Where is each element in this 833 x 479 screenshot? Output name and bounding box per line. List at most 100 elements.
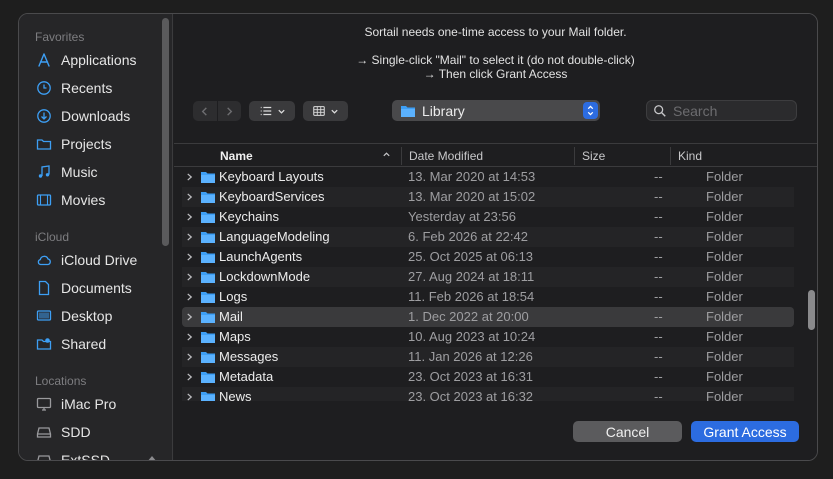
sidebar-item-recents[interactable]: Recents [35, 77, 112, 99]
drive-icon [35, 451, 53, 460]
folder-icon [200, 230, 216, 247]
folder-icon [200, 350, 216, 367]
access-message-step2: → Then click Grant Access [423, 67, 568, 81]
column-date-header[interactable]: Date Modified [409, 149, 483, 163]
grid-icon [312, 104, 326, 118]
file-kind: Folder [706, 349, 743, 364]
sidebar-item-label: Applications [61, 52, 137, 68]
file-size: -- [654, 349, 663, 364]
date-modified: 27. Aug 2024 at 18:11 [408, 269, 535, 284]
table-row[interactable]: Keyboard Layouts 13. Mar 2020 at 14:53 -- F… [182, 168, 794, 187]
date-modified: 6. Feb 2026 at 22:42 [408, 229, 528, 244]
date-modified: 10. Aug 2023 at 10:24 [408, 329, 536, 344]
sidebar-item-sdd[interactable]: SDD [35, 421, 91, 443]
chevron-left-icon [201, 106, 208, 116]
search-icon [653, 104, 667, 118]
disclosure-triangle-icon[interactable] [186, 391, 196, 401]
location-popup[interactable]: Library [392, 100, 600, 121]
cloud-icon [35, 251, 53, 269]
grant-access-button[interactable]: Grant Access [691, 421, 799, 442]
disclosure-triangle-icon[interactable] [186, 251, 196, 263]
column-size-header[interactable]: Size [582, 149, 605, 163]
folder-icon [200, 370, 216, 387]
download-icon [35, 107, 53, 125]
sidebar-item-label: Downloads [61, 108, 131, 124]
file-kind: Folder [706, 169, 743, 184]
table-row[interactable]: Logs 11. Feb 2026 at 18:54 -- Folder [182, 287, 794, 307]
file-size: -- [654, 269, 663, 284]
folder-icon [200, 390, 216, 401]
disclosure-triangle-icon[interactable] [186, 291, 196, 303]
file-kind: Folder [706, 269, 743, 284]
sidebar-item-icloud-drive[interactable]: iCloud Drive [35, 249, 137, 271]
disclosure-triangle-icon[interactable] [186, 331, 196, 343]
file-size: -- [654, 229, 663, 244]
chevron-right-icon [226, 106, 233, 116]
table-row[interactable]: Maps 10. Aug 2023 at 10:24 -- Folder [182, 327, 794, 347]
table-row[interactable]: Mail 1. Dec 2022 at 20:00 -- Folder [182, 307, 794, 327]
cancel-button[interactable]: Cancel [573, 421, 682, 442]
table-row[interactable]: KeyboardServices 13. Mar 2020 at 15:02 -- F… [182, 187, 794, 207]
table-row[interactable]: Keychains Yesterday at 23:56 -- Folder [182, 207, 794, 227]
column-name-header[interactable]: Name [220, 149, 253, 163]
disclosure-triangle-icon[interactable] [186, 311, 196, 323]
folder-icon [200, 330, 216, 347]
folder-icon [200, 250, 216, 267]
sidebar-scrollbar[interactable] [162, 18, 169, 246]
open-panel-window: Favorites Applications Recents Downloads… [18, 13, 818, 461]
sidebar-item-desktop[interactable]: Desktop [35, 305, 112, 327]
folder-icon [200, 210, 216, 227]
column-kind-header[interactable]: Kind [678, 149, 702, 163]
file-name: Metadata [219, 369, 274, 384]
file-name: Messages [219, 349, 279, 364]
table-row[interactable]: News 23. Oct 2023 at 16:32 -- Folder [182, 387, 794, 401]
sidebar-item-label: Music [61, 164, 98, 180]
file-kind: Folder [706, 249, 743, 264]
table-row[interactable]: LaunchAgents 25. Oct 2025 at 06:13 -- Folde… [182, 247, 794, 267]
sidebar-item-label: iMac Pro [61, 396, 117, 412]
list-scrollbar[interactable] [808, 290, 815, 330]
sidebar-item-movies[interactable]: Movies [35, 189, 105, 211]
disclosure-triangle-icon[interactable] [186, 371, 196, 383]
sort-ascending-icon [382, 150, 391, 159]
sidebar-item-applications[interactable]: Applications [35, 49, 137, 71]
search-input[interactable] [673, 102, 793, 119]
disclosure-triangle-icon[interactable] [186, 271, 196, 283]
folder-icon [200, 170, 216, 187]
file-size: -- [654, 309, 663, 324]
sidebar-item-shared[interactable]: Shared [35, 333, 106, 355]
sidebar-item-downloads[interactable]: Downloads [35, 105, 130, 127]
disclosure-triangle-icon[interactable] [186, 171, 196, 183]
sidebar-item-music[interactable]: Music [35, 161, 98, 183]
back-button[interactable] [193, 101, 217, 121]
sidebar-item-documents[interactable]: Documents [35, 277, 132, 299]
table-row[interactable]: LockdownMode 27. Aug 2024 at 18:11 -- Folde… [182, 267, 794, 287]
sidebar-item-label: Documents [61, 280, 132, 296]
file-name: Maps [219, 329, 251, 344]
file-size: -- [654, 369, 663, 384]
table-row[interactable]: Messages 11. Jan 2026 at 12:26 -- Folder [182, 347, 794, 367]
file-size: -- [654, 209, 663, 224]
sidebar-item-projects[interactable]: Projects [35, 133, 112, 155]
search-field[interactable] [646, 100, 797, 121]
table-row[interactable]: Metadata 23. Oct 2023 at 16:31 -- Folder [182, 367, 794, 387]
file-kind: Folder [706, 189, 743, 204]
drive-icon [35, 423, 53, 441]
disclosure-triangle-icon[interactable] [186, 191, 196, 203]
group-button[interactable] [303, 101, 348, 121]
date-modified: 25. Oct 2025 at 06:13 [408, 249, 534, 264]
table-row[interactable]: LanguageModeling 6. Feb 2026 at 22:42 -- Fo… [182, 227, 794, 247]
disclosure-triangle-icon[interactable] [186, 351, 196, 363]
sidebar-item-imac-pro[interactable]: iMac Pro [35, 393, 116, 415]
list-view-button[interactable] [249, 101, 295, 121]
file-kind: Folder [706, 369, 743, 384]
file-name: LaunchAgents [219, 249, 303, 264]
chevron-down-icon [330, 107, 339, 116]
sidebar-item-extssd[interactable]: ExtSSD [35, 449, 158, 460]
disclosure-triangle-icon[interactable] [186, 211, 196, 223]
file-size: -- [654, 389, 663, 401]
disclosure-triangle-icon[interactable] [186, 231, 196, 243]
forward-button[interactable] [217, 101, 241, 121]
file-list: Keyboard Layouts 13. Mar 2020 at 14:53 -- F… [174, 168, 817, 401]
eject-icon[interactable] [146, 454, 158, 460]
